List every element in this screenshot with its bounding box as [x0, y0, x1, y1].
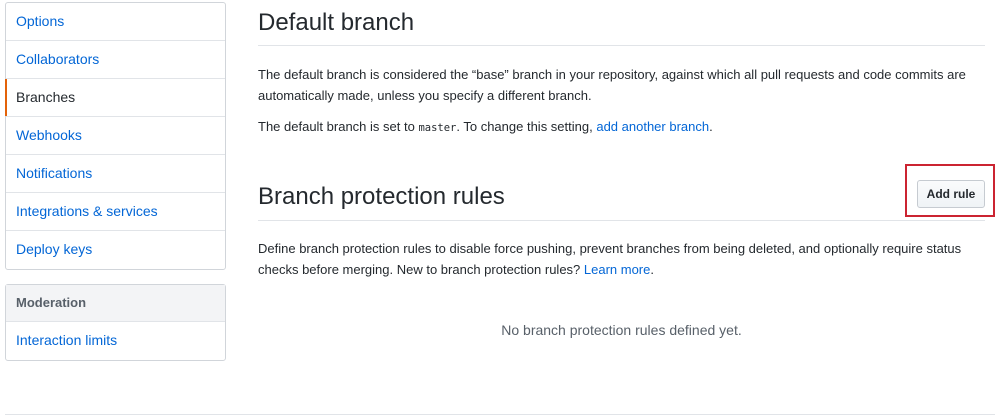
branch-protection-header: Branch protection rules — [258, 170, 985, 221]
default-branch-header: Default branch — [258, 0, 985, 46]
default-branch-set-middle: . To change this setting, — [456, 119, 597, 134]
sidebar-item-interaction-limits[interactable]: Interaction limits — [6, 322, 225, 360]
settings-menu: Options Collaborators Branches Webhooks … — [5, 2, 226, 270]
footer-divider — [5, 414, 995, 415]
learn-more-link[interactable]: Learn more — [584, 262, 650, 277]
settings-page: Options Collaborators Branches Webhooks … — [0, 0, 998, 419]
default-branch-set-prefix: The default branch is set to — [258, 119, 419, 134]
add-rule-button[interactable]: Add rule — [917, 180, 985, 208]
branch-protection-title: Branch protection rules — [258, 183, 505, 210]
sidebar-item-collaborators[interactable]: Collaborators — [6, 41, 225, 79]
default-branch-set-suffix: . — [709, 119, 713, 134]
default-branch-name: master — [418, 122, 457, 134]
empty-state-message: No branch protection rules defined yet. — [501, 322, 742, 338]
default-branch-setting: The default branch is set to master. To … — [258, 116, 985, 139]
branch-protection-description: Define branch protection rules to disabl… — [258, 238, 985, 280]
add-rule-highlight: Add rule — [905, 164, 995, 217]
sidebar-item-webhooks[interactable]: Webhooks — [6, 117, 225, 155]
moderation-heading: Moderation — [6, 285, 225, 322]
sidebar-item-branches[interactable]: Branches — [5, 79, 225, 117]
learn-more-suffix: . — [650, 262, 654, 277]
default-branch-title: Default branch — [258, 9, 415, 36]
main-content: Default branch The default branch is con… — [258, 0, 985, 277]
moderation-menu: Moderation Interaction limits — [5, 284, 226, 361]
sidebar-item-deploy-keys[interactable]: Deploy keys — [6, 231, 225, 269]
sidebar-item-integrations[interactable]: Integrations & services — [6, 193, 225, 231]
default-branch-description: The default branch is considered the “ba… — [258, 67, 966, 103]
sidebar-item-options[interactable]: Options — [6, 3, 225, 41]
add-another-branch-link[interactable]: add another branch — [596, 119, 709, 134]
sidebar-item-notifications[interactable]: Notifications — [6, 155, 225, 193]
